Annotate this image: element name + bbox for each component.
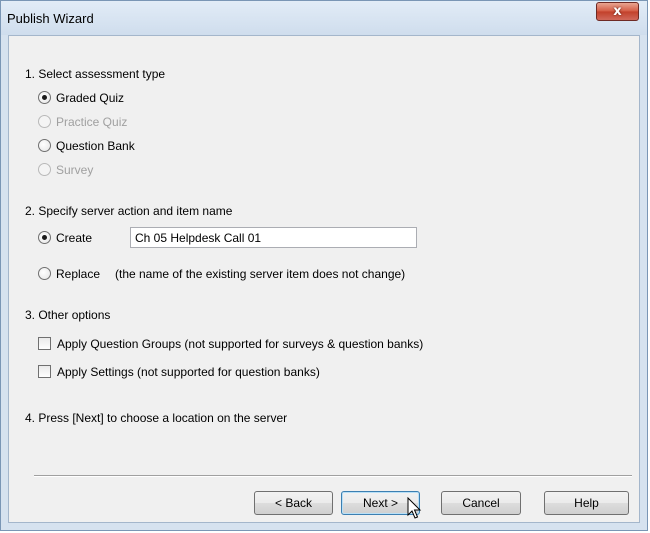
radio-question-bank-label: Question Bank (56, 139, 135, 153)
apply-settings-label: Apply Settings (not supported for questi… (57, 365, 320, 379)
replace-note: (the name of the existing server item do… (115, 267, 406, 281)
step4-heading: 4. Press [Next] to choose a location on … (25, 411, 288, 425)
help-button[interactable]: Help (544, 491, 629, 515)
close-button[interactable]: x (596, 2, 639, 21)
step2-heading: 2. Specify server action and item name (25, 204, 233, 218)
close-icon: x (613, 4, 622, 19)
radio-create[interactable] (38, 231, 51, 244)
radio-selected-dot (42, 95, 47, 100)
radio-graded-quiz-label: Graded Quiz (56, 91, 125, 105)
help-button-label: Help (574, 496, 599, 510)
apply-settings-checkbox[interactable] (38, 365, 51, 378)
step3-heading: 3. Other options (25, 308, 111, 322)
back-button-label: < Back (274, 496, 313, 510)
title-bar: Publish Wizard x (1, 1, 647, 35)
mouse-pointer-icon (407, 497, 422, 519)
radio-replace[interactable] (38, 267, 51, 280)
apply-question-groups-label: Apply Question Groups (not supported for… (57, 337, 424, 351)
back-button[interactable]: < Back (254, 491, 333, 515)
radio-practice-quiz-label: Practice Quiz (56, 115, 128, 129)
publish-wizard-window: Publish Wizard x 1. Select assessment ty… (0, 0, 648, 531)
radio-graded-quiz[interactable] (38, 91, 51, 104)
step1-heading: 1. Select assessment type (25, 67, 166, 81)
cancel-button[interactable]: Cancel (441, 491, 521, 515)
radio-selected-dot (42, 235, 47, 240)
radio-create-label: Create (56, 231, 93, 245)
radio-survey-label: Survey (56, 163, 94, 177)
radio-question-bank[interactable] (38, 139, 51, 152)
item-name-input[interactable] (130, 227, 417, 248)
radio-practice-quiz (38, 115, 51, 128)
button-separator (34, 475, 632, 477)
window-title: Publish Wizard (7, 11, 94, 26)
wizard-body: 1. Select assessment type Graded Quiz Pr… (8, 35, 640, 523)
next-button-label: Next > (362, 496, 398, 510)
apply-question-groups-checkbox[interactable] (38, 337, 51, 350)
cancel-button-label: Cancel (462, 496, 500, 510)
radio-replace-label: Replace (56, 267, 101, 281)
radio-survey (38, 163, 51, 176)
